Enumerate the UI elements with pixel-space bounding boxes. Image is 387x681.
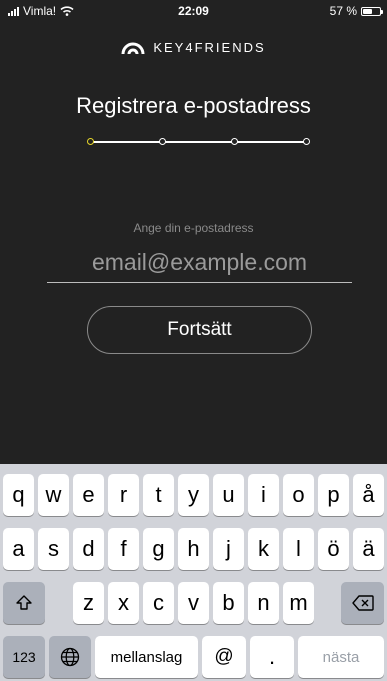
delete-key[interactable]: [341, 582, 384, 624]
key-m[interactable]: m: [283, 582, 314, 624]
battery-percent: 57 %: [329, 4, 357, 18]
key-f[interactable]: f: [108, 528, 139, 570]
key-z[interactable]: z: [73, 582, 104, 624]
key-i[interactable]: i: [248, 474, 279, 516]
page-title: Registrera e-postadress: [76, 93, 311, 118]
shift-icon: [16, 595, 32, 610]
keyboard-row-3: z x c v b n m: [0, 582, 387, 624]
logo: KEY4FRIENDS: [0, 40, 387, 55]
key-aa[interactable]: å: [353, 474, 384, 516]
key-x[interactable]: x: [108, 582, 139, 624]
key-k[interactable]: k: [248, 528, 279, 570]
key-v[interactable]: v: [178, 582, 209, 624]
key-e[interactable]: e: [73, 474, 104, 516]
shift-key[interactable]: [3, 582, 45, 624]
key-l[interactable]: l: [283, 528, 314, 570]
key4friends-logo-icon: [121, 42, 145, 54]
step-dot-3: [231, 138, 238, 145]
key-b[interactable]: b: [213, 582, 244, 624]
key-s[interactable]: s: [38, 528, 69, 570]
email-input[interactable]: [47, 243, 352, 283]
at-key[interactable]: @: [202, 636, 246, 678]
battery-icon: [361, 6, 383, 16]
key-g[interactable]: g: [143, 528, 174, 570]
email-label: Ange din e-postadress: [133, 221, 254, 235]
status-right: 57 %: [329, 4, 383, 18]
step-dot-4: [303, 138, 310, 145]
key-q[interactable]: q: [3, 474, 34, 516]
keyboard-row-4: 123 mellanslag @ . nästa: [0, 636, 387, 678]
key-u[interactable]: u: [213, 474, 244, 516]
logo-text: KEY4FRIENDS: [153, 40, 266, 55]
key-y[interactable]: y: [178, 474, 209, 516]
key-oe[interactable]: ö: [318, 528, 349, 570]
key-n[interactable]: n: [248, 582, 279, 624]
keyboard-row-2: a s d f g h j k l ö ä: [0, 528, 387, 570]
key-h[interactable]: h: [178, 528, 209, 570]
step-dot-1: [87, 138, 94, 145]
progress-stepper: [87, 137, 311, 147]
globe-key[interactable]: [49, 636, 91, 678]
key-d[interactable]: d: [73, 528, 104, 570]
key-c[interactable]: c: [143, 582, 174, 624]
next-key[interactable]: nästa: [298, 636, 384, 678]
status-bar: Vimla! 22:09 57 %: [0, 0, 387, 20]
keyboard-row-1: q w e r t y u i o p å: [0, 474, 387, 516]
stepper-line: [91, 141, 307, 143]
key-a[interactable]: a: [3, 528, 34, 570]
key-o[interactable]: o: [283, 474, 314, 516]
key-r[interactable]: r: [108, 474, 139, 516]
key-ae[interactable]: ä: [353, 528, 384, 570]
keyboard: q w e r t y u i o p å a s d f g h j k l …: [0, 464, 387, 681]
globe-icon: [60, 647, 80, 667]
key-w[interactable]: w: [38, 474, 69, 516]
dot-key[interactable]: .: [250, 636, 294, 678]
numbers-key[interactable]: 123: [3, 636, 45, 678]
key-t[interactable]: t: [143, 474, 174, 516]
key-j[interactable]: j: [213, 528, 244, 570]
continue-button[interactable]: Fortsätt: [87, 306, 312, 354]
backspace-icon: [351, 595, 374, 611]
space-key[interactable]: mellanslag: [95, 636, 198, 678]
key-p[interactable]: p: [318, 474, 349, 516]
step-dot-2: [159, 138, 166, 145]
